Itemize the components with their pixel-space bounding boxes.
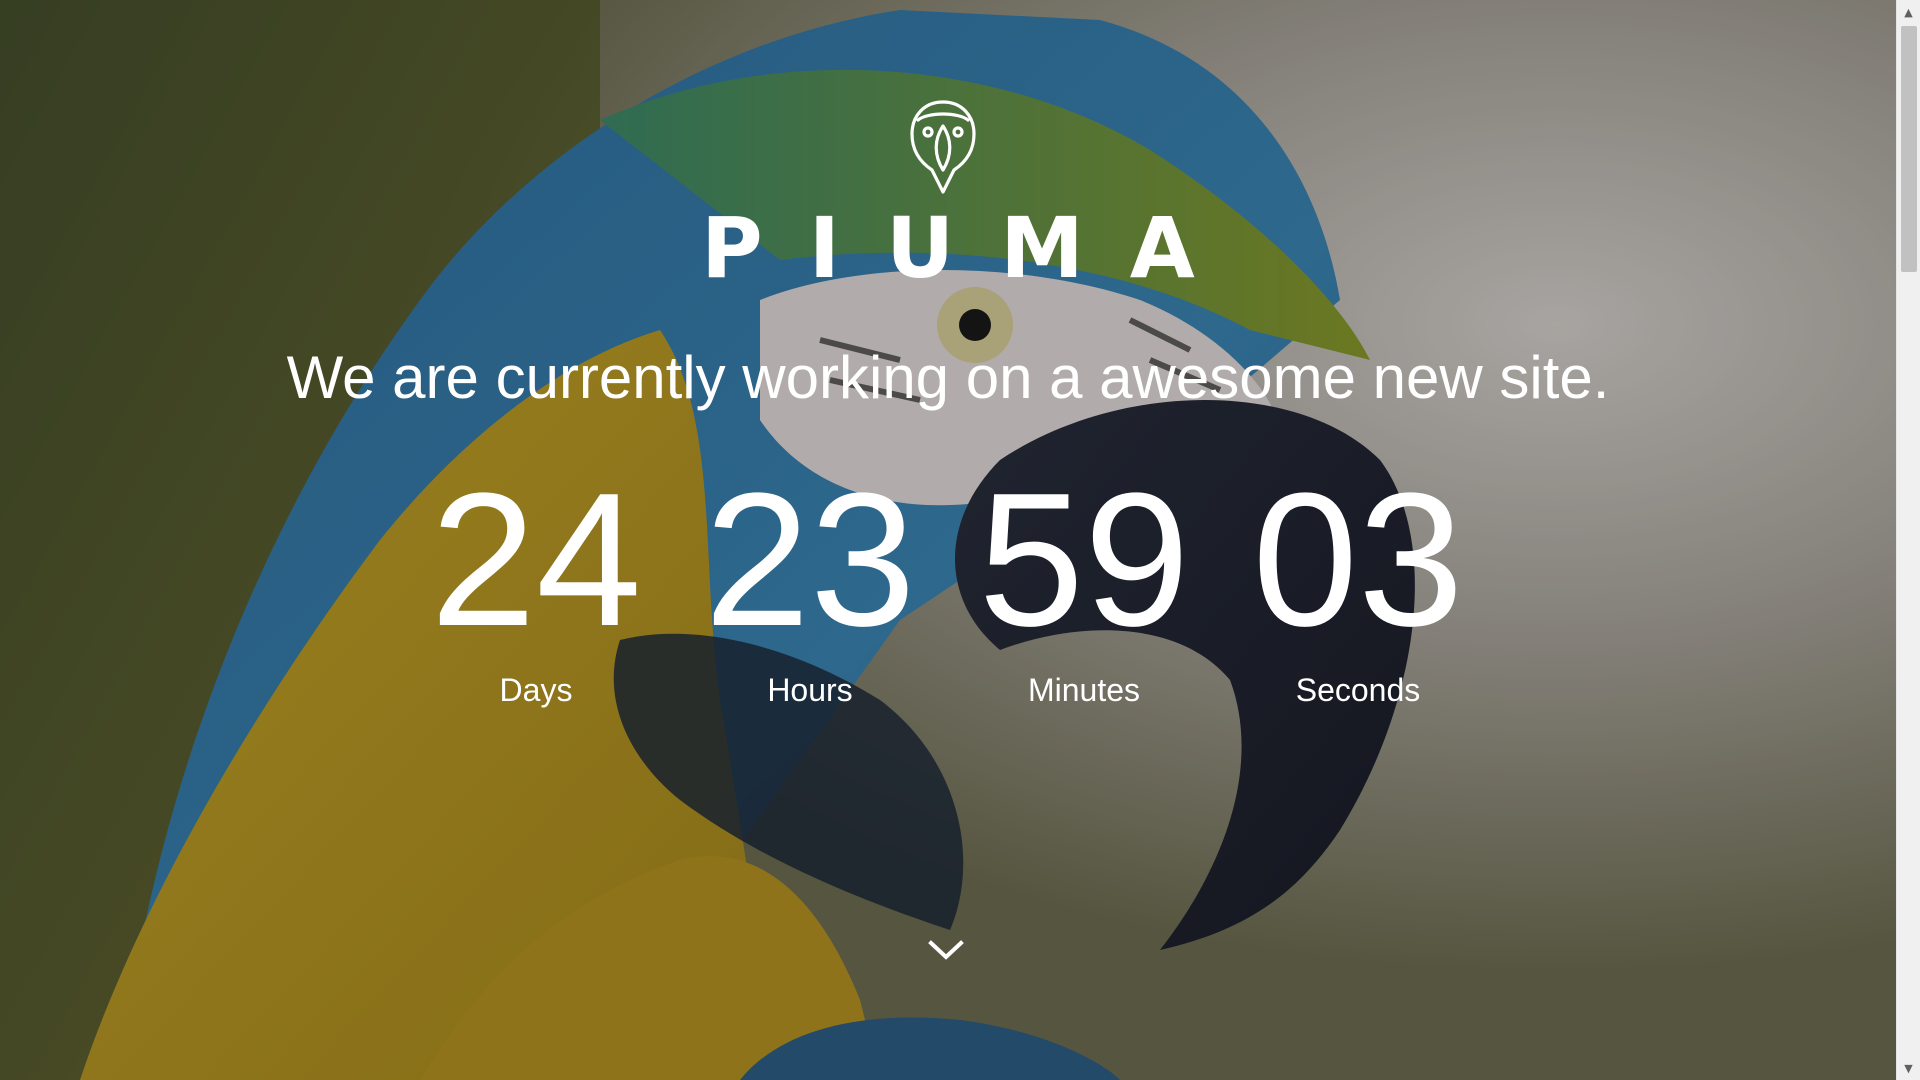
minutes-label: Minutes xyxy=(1027,672,1141,708)
days-label: Days xyxy=(499,672,573,708)
scrollbar-thumb[interactable] xyxy=(1901,26,1917,272)
chevron-down-icon[interactable] xyxy=(926,935,966,965)
vertical-scrollbar[interactable]: ▲ ▼ xyxy=(1896,0,1920,1080)
countdown-seconds: 03 Seconds xyxy=(1228,454,1488,710)
seconds-label: Seconds xyxy=(1295,672,1421,708)
hours-value: 23 xyxy=(704,454,916,666)
parrot-logo-icon xyxy=(906,98,980,194)
seconds-value: 03 xyxy=(1252,454,1464,666)
brand-wordmark: PIUMA xyxy=(701,199,1241,297)
tagline: We are currently working on a awesome ne… xyxy=(286,344,1610,411)
countdown-timer: 24 Days 23 Hours 59 Minutes 03 Seconds xyxy=(0,454,1896,710)
countdown-minutes: 59 Minutes xyxy=(954,454,1214,710)
days-value: 24 xyxy=(430,454,642,666)
countdown-hours: 23 Hours xyxy=(680,454,940,710)
scroll-down-arrow-icon[interactable]: ▼ xyxy=(1897,1056,1920,1080)
hours-label: Hours xyxy=(767,672,853,708)
scroll-up-arrow-icon[interactable]: ▲ xyxy=(1897,0,1920,24)
hero-section: PIUMA We are currently working on a awes… xyxy=(0,0,1896,1080)
coming-soon-content: PIUMA We are currently working on a awes… xyxy=(0,0,1896,1080)
minutes-value: 59 xyxy=(978,454,1190,666)
countdown-days: 24 Days xyxy=(406,454,666,710)
